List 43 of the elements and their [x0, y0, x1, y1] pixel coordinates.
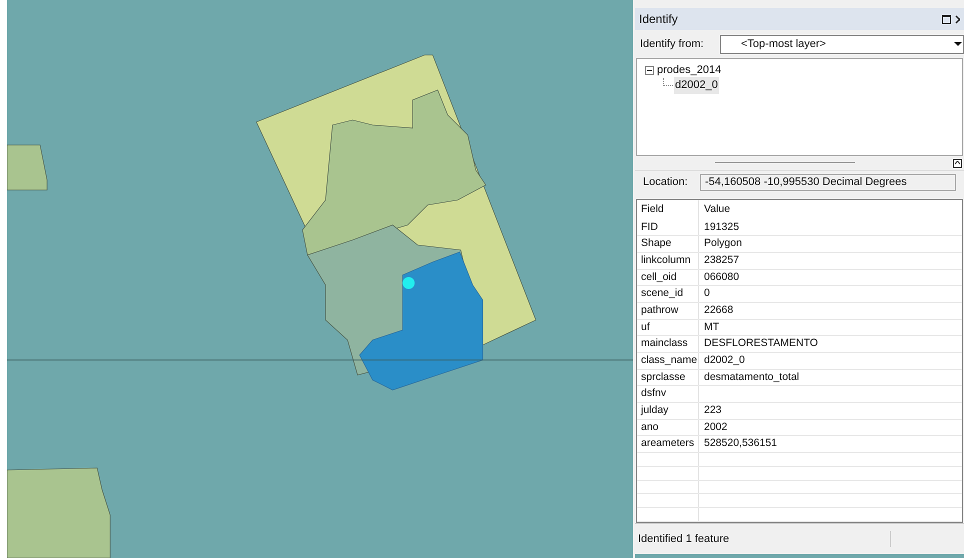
table-cell: dsfnv	[637, 386, 699, 402]
table-cell-text: d2002_0	[703, 353, 746, 368]
table-cell: areameters	[637, 436, 699, 452]
table-cell-text: 238257	[703, 252, 740, 268]
table-cell-text: desmatamento_total	[703, 370, 800, 385]
table-cell-text: 191325	[703, 220, 740, 234]
identify-from-label: Identify from:	[640, 36, 705, 52]
dropdown-arrow-icon	[954, 42, 962, 46]
status-text: Identified 1 feature	[638, 530, 891, 548]
table-cell: pathrow	[637, 302, 699, 319]
table-cell-text: 528520,536151	[703, 436, 778, 452]
column-header: Value	[703, 202, 732, 217]
table-cell: julday	[637, 403, 699, 419]
maximize-icon[interactable]	[942, 14, 951, 24]
table-cell-text: 2002	[703, 420, 728, 435]
table-cell: Shape	[637, 236, 699, 252]
table-cell-text: 223	[703, 403, 723, 418]
tree-item[interactable]: d2002_0	[674, 77, 719, 94]
table-cell: mainclass	[637, 336, 699, 352]
tree-connector-icon	[663, 78, 673, 86]
table-cell: class_name	[637, 353, 699, 369]
column-header: Field	[637, 200, 699, 220]
table-cell-text: DESFLORESTAMENTO	[703, 336, 819, 352]
table-cell: sprclasse	[637, 370, 699, 386]
window-title: Identify	[639, 11, 679, 28]
location-label: Location:	[643, 175, 689, 190]
table-cell-text: 0	[703, 286, 711, 302]
tree-item[interactable]: prodes_2014	[656, 62, 722, 79]
layer-dropdown[interactable]: <Top-most layer>	[720, 34, 964, 54]
splitter-icon[interactable]	[953, 158, 962, 168]
table-cell-text: Polygon	[703, 236, 743, 252]
table-cell: linkcolumn	[637, 252, 699, 269]
table-cell: cell_oid	[637, 270, 699, 286]
collapse-icon[interactable]	[645, 66, 654, 75]
table-cell-text: MT	[703, 320, 720, 335]
table-cell: ano	[637, 420, 699, 436]
location-field: -54,160508 -10,995530 Decimal Degrees	[700, 174, 956, 191]
close-icon[interactable]	[955, 14, 960, 24]
table-cell: uf	[637, 320, 699, 336]
table-cell-text: 066080	[703, 270, 740, 285]
table-cell-text: 22668	[703, 302, 734, 318]
table-cell: scene_id	[637, 286, 699, 302]
table-cell: FID	[637, 220, 699, 236]
